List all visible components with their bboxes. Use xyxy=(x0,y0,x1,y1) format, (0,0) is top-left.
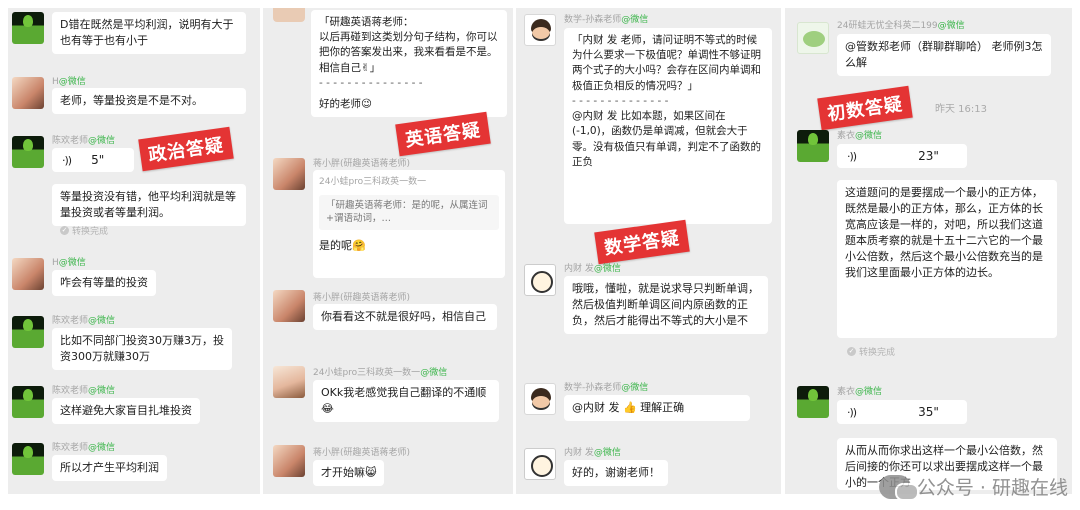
politics-chat-panel: D错在既然是平均利润，说明有大于也有等于也有小于 H@微信 老师，等量投资是不是… xyxy=(8,8,260,494)
check-icon: ✓ xyxy=(847,347,856,356)
chat-bubble: 比如不同部门投资30万赚3万，投资300万就赚30万 xyxy=(52,328,232,370)
avatar[interactable] xyxy=(12,12,44,44)
chat-bubble: 「内财 发 老师，请问证明不等式的时候为什么要求一下极值呢？单调性不够证明两个式… xyxy=(564,28,772,224)
voice-message[interactable]: ·)) 35" xyxy=(837,400,967,424)
avatar[interactable] xyxy=(273,366,305,398)
watermark: 公众号 · 研趣在线 xyxy=(878,473,1068,501)
chat-bubble-reply: 「研趣英语蒋老师： 以后再碰到这类划分句子结构，你可以 把你的答案发出来，我来看… xyxy=(311,10,507,118)
sender-name: 数学-孙森老师@微信 xyxy=(564,383,649,393)
avatar[interactable] xyxy=(797,22,829,54)
quote-text: 「研趣英语蒋老师：是的呢，从属连词+谓语动词，… xyxy=(319,195,499,230)
sender-name: 素衣@微信 xyxy=(837,131,883,141)
sender-name: 陈欢老师@微信 xyxy=(52,136,116,146)
sender-name: 24小蛙pro三科政英一数一@微信 xyxy=(313,368,448,378)
chat-bubble: @管数郑老师（群聊群聊哈） 老师例3怎么解 xyxy=(837,34,1051,76)
chat-bubble: 好的，谢谢老师！ xyxy=(564,460,668,486)
politics-qa-stamp: 政治答疑 xyxy=(138,126,234,172)
check-icon: ✓ xyxy=(60,226,69,235)
math-qa-stamp: 数学答疑 xyxy=(594,219,690,265)
avatar[interactable] xyxy=(524,448,556,480)
avatar[interactable] xyxy=(273,158,305,190)
voice-wave-icon: ·)) xyxy=(847,149,857,163)
voice-transcript: 等量投资没有错，他平均利润就是等量投资或者等量利润。 xyxy=(52,184,246,226)
avatar[interactable] xyxy=(12,77,44,109)
avatar[interactable] xyxy=(273,290,305,322)
avatar[interactable] xyxy=(12,443,44,475)
sender-name: 24研蛙无忧全科英二199@微信 xyxy=(837,21,965,31)
voice-wave-icon: ·)) xyxy=(62,153,72,167)
sender-name: H@微信 xyxy=(52,258,86,268)
sender-name: 陈欢老师@微信 xyxy=(52,386,116,396)
avatar[interactable] xyxy=(273,8,305,22)
avatar[interactable] xyxy=(273,445,305,477)
avatar[interactable] xyxy=(797,130,829,162)
avatar[interactable] xyxy=(12,258,44,290)
chat-bubble: 你看看这不就是很好吗，相信自己 xyxy=(313,304,497,330)
sender-name: 蒋小胖(研趣英语蒋老师) xyxy=(313,159,411,169)
chat-bubble: @内财 发 👍 理解正确 xyxy=(564,395,750,421)
timestamp: 昨天 16:13 xyxy=(935,104,987,115)
chat-bubble: 咋会有等量的投资 xyxy=(52,270,156,296)
quoted-reply-bubble: 24小蛙pro三科政英一数一 「研趣英语蒋老师：是的呢，从属连词+谓语动词，… … xyxy=(313,170,505,278)
chat-bubble: D错在既然是平均利润，说明有大于也有等于也有小于 xyxy=(52,12,246,54)
avatar[interactable] xyxy=(12,136,44,168)
prelim-math-chat-panel: 24研蛙无忧全科英二199@微信 @管数郑老师（群聊群聊哈） 老师例3怎么解 初… xyxy=(785,8,1072,494)
sender-name: 数学-孙森老师@微信 xyxy=(564,15,649,25)
avatar[interactable] xyxy=(524,14,556,46)
chat-bubble: 哦哦，懂啦，就是说求导只判断单调，然后极值判断单调区间内原函数的正负，然后才能得… xyxy=(564,276,768,334)
reply-text: 是的呢🤗 xyxy=(319,238,366,252)
wechat-logo-icon xyxy=(878,474,919,501)
english-qa-stamp: 英语答疑 xyxy=(395,111,491,157)
chat-bubble: 老师，等量投资是不是不对。 xyxy=(52,88,246,114)
sender-name: H@微信 xyxy=(52,77,86,87)
avatar[interactable] xyxy=(797,386,829,418)
voice-transcript: 这道题问的是要摆成一个最小的正方体，既然是最小的正方体，那么，正方体的长宽高应该… xyxy=(837,180,1057,338)
chat-bubble: OKk我老感觉我自己翻译的不通顺😂 xyxy=(313,380,499,422)
voice-duration: 23" xyxy=(918,149,939,163)
transcribe-status: ✓ 转换完成 xyxy=(847,347,896,358)
avatar[interactable] xyxy=(12,316,44,348)
voice-wave-icon: ·)) xyxy=(847,405,857,419)
sender-name: 蒋小胖(研趣英语蒋老师) xyxy=(313,293,411,303)
sender-name: 内财 发@微信 xyxy=(564,264,621,274)
sender-name: 内财 发@微信 xyxy=(564,448,621,458)
sender-name: 蒋小胖(研趣英语蒋老师) xyxy=(313,448,411,458)
voice-duration: 5" xyxy=(91,153,105,167)
voice-duration: 35" xyxy=(918,405,939,419)
sender-name: 陈欢老师@微信 xyxy=(52,443,116,453)
sender-name: 陈欢老师@微信 xyxy=(52,316,116,326)
prelim-qa-stamp: 初数答疑 xyxy=(817,85,913,131)
chat-bubble: 才开始嘛😸 xyxy=(313,460,385,486)
math-chat-panel: 数学-孙森老师@微信 「内财 发 老师，请问证明不等式的时候为什么要求一下极值呢… xyxy=(516,8,781,494)
voice-message[interactable]: ·)) 23" xyxy=(837,144,967,168)
avatar[interactable] xyxy=(524,383,556,415)
chat-bubble: 这样避免大家盲目扎堆投资 xyxy=(52,398,200,424)
transcribe-status: ✓ 转换完成 xyxy=(60,226,109,237)
collage: D错在既然是平均利润，说明有大于也有等于也有小于 H@微信 老师，等量投资是不是… xyxy=(0,0,1080,510)
english-chat-panel: 「研趣英语蒋老师： 以后再碰到这类划分句子结构，你可以 把你的答案发出来，我来看… xyxy=(263,8,513,494)
voice-message[interactable]: ·)) 5" xyxy=(52,148,134,172)
avatar[interactable] xyxy=(12,386,44,418)
avatar[interactable] xyxy=(524,264,556,296)
chat-bubble: 所以才产生平均利润 xyxy=(52,455,167,481)
quote-title: 24小蛙pro三科政英一数一 xyxy=(319,177,427,187)
sender-name: 素衣@微信 xyxy=(837,387,883,397)
